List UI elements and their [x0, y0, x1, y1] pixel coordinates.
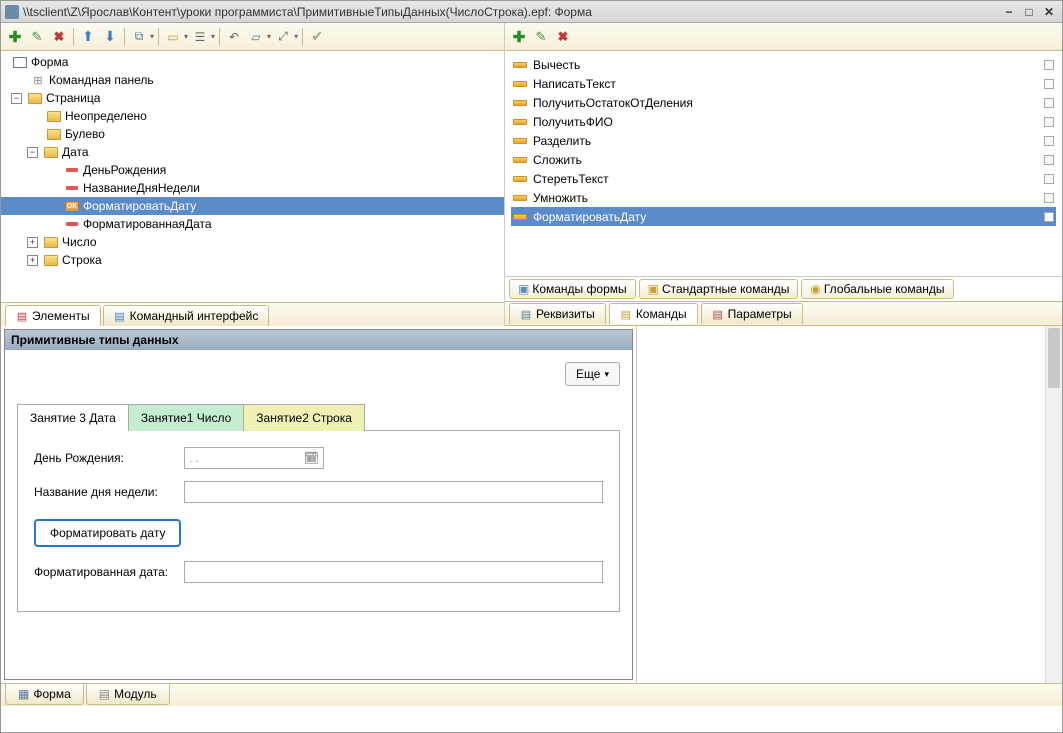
command-row[interactable]: СтеретьТекст: [511, 169, 1056, 188]
tab-global-commands[interactable]: ◉Глобальные команды: [801, 279, 953, 299]
tab-elements[interactable]: ▤Элементы: [5, 305, 101, 326]
preview-tab-number[interactable]: Занятие1 Число: [129, 404, 244, 431]
tree-node-dayname[interactable]: НазваниеДняНедели: [1, 179, 504, 197]
tree-node-boolean[interactable]: Булево: [1, 125, 504, 143]
dayname-label: Название дня недели:: [34, 485, 184, 499]
command-row[interactable]: ПолучитьФИО: [511, 112, 1056, 131]
tree-node-number[interactable]: +Число: [1, 233, 504, 251]
command-icon: [513, 62, 527, 68]
tab-form-commands[interactable]: ▣Команды формы: [509, 279, 636, 299]
command-row[interactable]: Сложить: [511, 150, 1056, 169]
command-row[interactable]: Умножить: [511, 188, 1056, 207]
preview-tab-date[interactable]: Занятие 3 Дата: [17, 404, 129, 431]
close-button[interactable]: ✕: [1040, 4, 1058, 20]
preview-tab-string[interactable]: Занятие2 Строка: [244, 404, 365, 431]
layout-button[interactable]: ▭: [163, 27, 183, 47]
delete-button[interactable]: ✖: [49, 27, 69, 47]
left-toolbar: ✚ ✎ ✖ ⬆ ⬇ ⧉▾ ▭▾ ☰▾ ↶ ▱▾ ⤢▾ ✔: [1, 23, 504, 51]
edit-button[interactable]: ✎: [27, 27, 47, 47]
birthday-label: День Рождения:: [34, 451, 184, 465]
command-row[interactable]: ПолучитьОстатокОтДеления: [511, 93, 1056, 112]
command-checkbox[interactable]: [1044, 60, 1054, 70]
tree-node-string[interactable]: +Строка: [1, 251, 504, 269]
collapse-icon[interactable]: −: [11, 93, 22, 104]
command-checkbox[interactable]: [1044, 79, 1054, 89]
command-row[interactable]: ФорматироватьДату: [511, 207, 1056, 226]
command-row[interactable]: Вычесть: [511, 55, 1056, 74]
window-title: \\tsclient\Z\Ярослав\Контент\уроки прогр…: [23, 5, 1000, 19]
move-up-button[interactable]: ⬆: [78, 27, 98, 47]
tab-command-interface[interactable]: ▤Командный интерфейс: [103, 305, 270, 326]
command-icon: [513, 157, 527, 163]
command-icon: [513, 138, 527, 144]
command-checkbox[interactable]: [1044, 117, 1054, 127]
copy-button[interactable]: ⧉: [129, 27, 149, 47]
preview-title: Примитивные типы данных: [5, 330, 632, 350]
align-button[interactable]: ▱: [246, 27, 266, 47]
edit-command-button[interactable]: ✎: [531, 27, 551, 47]
tree-node-undefined[interactable]: Неопределено: [1, 107, 504, 125]
move-down-button[interactable]: ⬇: [100, 27, 120, 47]
titlebar: \\tsclient\Z\Ярослав\Контент\уроки прогр…: [1, 1, 1062, 23]
commands-list[interactable]: Вычесть НаписатьТекст ПолучитьОстатокОтД…: [505, 51, 1062, 276]
command-icon: [513, 81, 527, 87]
right-toolbar: ✚ ✎ ✖: [505, 23, 1062, 51]
tree-node-page[interactable]: −Страница: [1, 89, 504, 107]
footer-tab-module[interactable]: ▤Модуль: [86, 684, 170, 705]
expand-icon[interactable]: +: [27, 237, 38, 248]
command-row[interactable]: Разделить: [511, 131, 1056, 150]
more-button[interactable]: Еще▾: [565, 362, 620, 386]
check-button[interactable]: ✔: [307, 27, 327, 47]
scrollbar[interactable]: [1045, 326, 1062, 683]
window-icon: [5, 5, 19, 19]
undo-button[interactable]: ↶: [224, 27, 244, 47]
command-checkbox[interactable]: [1044, 193, 1054, 203]
right-empty-panel: [637, 326, 1062, 683]
command-icon: [513, 100, 527, 106]
tree-node-birthday[interactable]: ДеньРождения: [1, 161, 504, 179]
delete-command-button[interactable]: ✖: [553, 27, 573, 47]
footer-tab-form[interactable]: ▦Форма: [5, 684, 84, 705]
tab-standard-commands[interactable]: ▣Стандартные команды: [639, 279, 799, 299]
tree-node-commandpanel[interactable]: Командная панель: [1, 71, 504, 89]
command-checkbox[interactable]: [1044, 174, 1054, 184]
command-checkbox[interactable]: [1044, 155, 1054, 165]
command-icon: [513, 214, 527, 220]
command-icon: [513, 119, 527, 125]
tab-parameters[interactable]: ▤Параметры: [701, 303, 803, 324]
command-checkbox[interactable]: [1044, 136, 1054, 146]
form-preview: Примитивные типы данных Еще▾ Занятие 3 Д…: [4, 329, 633, 680]
expand-button[interactable]: ⤢: [273, 27, 293, 47]
command-checkbox[interactable]: [1044, 98, 1054, 108]
tree-node-formatdate[interactable]: OKФорматироватьДату: [1, 197, 504, 215]
maximize-button[interactable]: □: [1020, 4, 1038, 20]
elements-tree[interactable]: Форма Командная панель −Страница Неопред…: [1, 51, 504, 302]
add-command-button[interactable]: ✚: [509, 27, 529, 47]
formatted-label: Форматированная дата:: [34, 565, 184, 579]
birthday-input[interactable]: . .🗓: [184, 447, 324, 469]
collapse-icon[interactable]: −: [27, 147, 38, 158]
tree-node-formatteddate[interactable]: ФорматированнаяДата: [1, 215, 504, 233]
command-checkbox[interactable]: [1044, 212, 1054, 222]
tab-commands[interactable]: ▤Команды: [609, 303, 698, 324]
tab-requisites[interactable]: ▤Реквизиты: [509, 303, 606, 324]
tree-node-form[interactable]: Форма: [1, 53, 504, 71]
tree-node-date[interactable]: −Дата: [1, 143, 504, 161]
command-row[interactable]: НаписатьТекст: [511, 74, 1056, 93]
list-button[interactable]: ☰: [190, 27, 210, 47]
command-icon: [513, 195, 527, 201]
dayname-input[interactable]: [184, 481, 603, 503]
formatted-input[interactable]: [184, 561, 603, 583]
command-icon: [513, 176, 527, 182]
minimize-button[interactable]: −: [1000, 4, 1018, 20]
format-date-button[interactable]: Форматировать дату: [34, 519, 181, 547]
expand-icon[interactable]: +: [27, 255, 38, 266]
add-button[interactable]: ✚: [5, 27, 25, 47]
calendar-icon[interactable]: 🗓: [304, 451, 319, 465]
